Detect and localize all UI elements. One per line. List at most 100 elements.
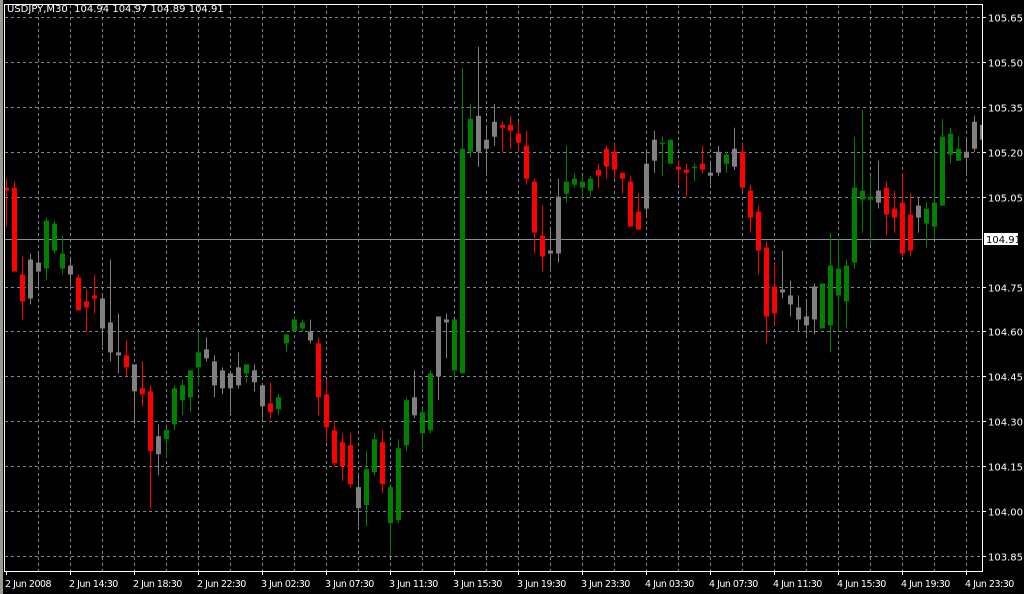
candle-body [124, 355, 129, 368]
candle-body [860, 190, 865, 200]
candle-body [708, 172, 713, 176]
candle-body [820, 283, 825, 329]
candle-body [812, 286, 817, 320]
candle-body [148, 391, 153, 452]
candle-body [836, 268, 841, 296]
candle-body [444, 319, 449, 323]
candle-body [508, 124, 513, 131]
candle-body [652, 139, 657, 161]
candle-body [364, 469, 369, 506]
candle-body [300, 322, 305, 329]
x-tick-label: 4 Jun 03:30 [645, 579, 694, 590]
candle-body [404, 400, 409, 446]
candle-body [676, 166, 681, 170]
candle-body [188, 370, 193, 398]
x-tick-label: 4 Jun 15:30 [837, 579, 886, 590]
candle-body [180, 385, 185, 401]
candle-body [252, 370, 257, 383]
candle-body [60, 253, 65, 269]
y-tick-label: 105.20 [988, 149, 1023, 160]
candle-body [468, 118, 473, 152]
candle-body [532, 181, 537, 233]
candle-body [548, 250, 553, 254]
candle-body [428, 373, 433, 431]
candle-body [12, 187, 17, 272]
candle-body [324, 394, 329, 428]
candle [372, 433, 377, 476]
candle-body [268, 403, 273, 413]
candle-body [604, 148, 609, 167]
ohlc-close: 104.91 [188, 4, 224, 15]
candle-body [500, 124, 505, 128]
left-window-edge [0, 0, 3, 594]
candle [404, 397, 409, 452]
candle-body [796, 307, 801, 320]
candle-body [972, 121, 977, 149]
candle-body [756, 211, 761, 251]
candle-body [236, 367, 241, 386]
candle-body [940, 136, 945, 206]
x-tick-label: 2 Jun 14:30 [69, 579, 118, 590]
candle [668, 139, 673, 164]
candle-body [204, 349, 209, 359]
candle-body [556, 196, 561, 254]
candle-body [388, 487, 393, 524]
y-tick-label: 105.35 [988, 104, 1023, 115]
candle-body [196, 352, 201, 368]
x-tick-label: 3 Jun 11:30 [389, 579, 438, 590]
candle-body [876, 190, 881, 203]
x-tick-label: 3 Jun 07:30 [325, 579, 374, 590]
price-chart: 105.65 105.50 105.35 105.20 105.05 104.75 104.… [0, 0, 1024, 594]
candle-body [732, 148, 737, 167]
candle-body [84, 301, 89, 308]
candle-body [380, 442, 385, 485]
ohlc-open: 104.94 [74, 4, 110, 15]
candle-body [596, 169, 601, 176]
candle-body [660, 142, 665, 145]
candle-body [724, 154, 729, 164]
y-tick-label: 104.45 [988, 373, 1023, 384]
candle-body [780, 289, 785, 293]
candle-body [356, 487, 361, 509]
candle-body [580, 181, 585, 188]
candle-body [844, 265, 849, 302]
candle-body [276, 397, 281, 410]
y-tick-label: 105.05 [988, 194, 1023, 205]
ohlc-low: 104.89 [150, 4, 186, 15]
candle-body [644, 163, 649, 209]
y-tick-label: 104.00 [988, 508, 1023, 519]
candle-body [924, 208, 929, 224]
x-tick-label: 3 Jun 02:30 [261, 579, 310, 590]
candle [52, 220, 57, 254]
x-tick-label: 3 Jun 19:30 [517, 579, 566, 590]
candle-body [772, 286, 777, 314]
candle-body [292, 319, 297, 332]
y-tick-label: 104.30 [988, 418, 1023, 429]
symbol-timeframe: USDJPY,M30 [7, 4, 68, 15]
candle-body [572, 178, 577, 185]
x-tick-label: 3 Jun 23:30 [581, 579, 630, 590]
y-tick-label: 104.75 [988, 284, 1023, 295]
candle-body [628, 181, 633, 227]
candle-body [540, 235, 545, 257]
candle-body [164, 430, 169, 440]
x-tick-label: 3 Jun 15:30 [453, 579, 502, 590]
candle-body [68, 265, 73, 275]
y-tick-label: 104.15 [988, 463, 1023, 474]
y-tick-label: 105.50 [988, 59, 1023, 70]
candle-body [284, 334, 289, 344]
candle-body [44, 220, 49, 269]
candle-body [132, 364, 137, 392]
candle-body [868, 196, 873, 200]
candle-body [916, 205, 921, 218]
candle-body [932, 202, 937, 227]
candle-body [908, 214, 913, 251]
candle-body [316, 343, 321, 398]
candle-body [460, 148, 465, 374]
x-tick-label: 4 Jun 11:30 [773, 579, 822, 590]
x-tick-label: 4 Jun 07:30 [709, 579, 758, 590]
candle-body [116, 352, 121, 356]
candle-body [852, 187, 857, 263]
current-price-label: 104.91 [984, 233, 1021, 246]
candle-body [228, 373, 233, 389]
